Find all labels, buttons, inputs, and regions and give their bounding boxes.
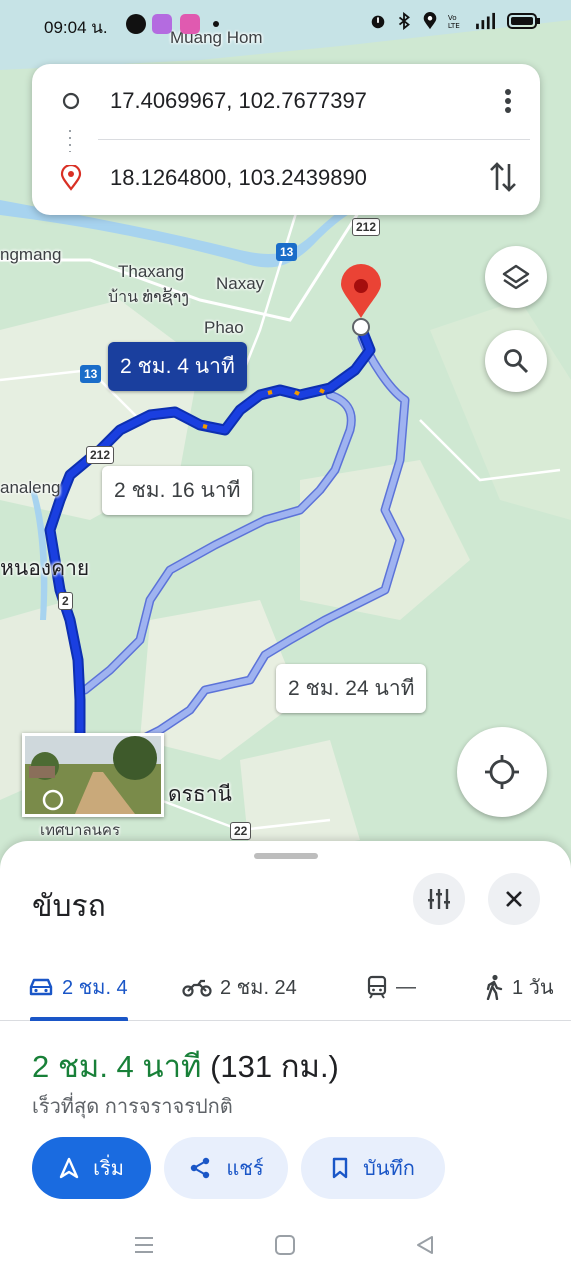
origin-circle-icon — [62, 92, 80, 110]
motorbike-icon — [182, 979, 212, 997]
origin-value: 17.4069967, 102.7677397 — [110, 88, 367, 113]
tune-icon — [428, 889, 450, 909]
card-divider — [98, 139, 530, 140]
route-shield-13: 13 — [80, 365, 102, 383]
directions-sheet: ขับรถ 2 ชม. 4 2 ชม. 24 — 1 วัน 2 ชม. 4 น… — [0, 841, 571, 1280]
location-icon — [423, 12, 437, 30]
search-button[interactable] — [485, 330, 547, 392]
connector-dots — [69, 130, 71, 152]
save-button[interactable]: บันทึก — [301, 1137, 445, 1199]
my-location-button[interactable] — [457, 727, 547, 817]
svg-text:LTE: LTE — [448, 21, 460, 30]
tab-motorbike-label: 2 ชม. 24 — [220, 977, 297, 999]
volte-icon: VoLTE — [448, 13, 460, 30]
system-nav-bar — [0, 1216, 571, 1280]
layers-button[interactable] — [485, 246, 547, 308]
map-label-phao: Phao — [204, 318, 244, 337]
tab-drive-label: 2 ชม. 4 — [62, 977, 128, 999]
tab-walk[interactable]: 1 วัน — [484, 953, 554, 1021]
messenger-icon — [152, 14, 172, 34]
signal-icon — [476, 12, 495, 30]
route-bubble-alt-1[interactable]: 2 ชม. 16 นาที — [102, 466, 253, 515]
street-view-thumbnail[interactable] — [22, 733, 164, 817]
back-icon[interactable] — [414, 1234, 436, 1256]
transit-icon — [367, 975, 387, 999]
route-bubble-alt-2[interactable]: 2 ชม. 24 นาที — [276, 664, 427, 713]
destination-value: 18.1264800, 103.2439890 — [110, 165, 367, 190]
navigation-arrow-icon — [59, 1157, 79, 1179]
app-icon — [180, 14, 200, 34]
my-location-icon — [485, 755, 519, 789]
car-icon — [29, 978, 53, 996]
tab-transit-label: — — [396, 975, 416, 998]
status-time: 09:04 น. — [44, 18, 108, 37]
route-distance: (131 กม.) — [210, 1049, 339, 1084]
route-summary: 2 ชม. 4 นาที (131 กม.) — [32, 1041, 339, 1091]
layers-icon — [502, 264, 530, 290]
route-options-button[interactable] — [413, 873, 465, 925]
map-label-udon: ดรธานี — [168, 783, 232, 806]
sheet-drag-handle[interactable] — [254, 853, 318, 859]
route-bubble-primary[interactable]: 2 ชม. 4 นาที — [108, 342, 247, 391]
start-button[interactable]: เริ่ม — [32, 1137, 151, 1199]
map-label-thaxang-lao: บ้าน ທ່າຊ້າງ — [108, 289, 189, 306]
route-shield-212: 212 — [352, 218, 381, 236]
save-button-label: บันทึก — [363, 1158, 415, 1180]
route-shield-13: 13 — [276, 243, 298, 261]
share-button-label: แชร์ — [226, 1158, 264, 1180]
bookmark-icon — [332, 1157, 348, 1179]
tab-transit[interactable]: — — [366, 953, 416, 1021]
more-options-icon[interactable] — [498, 86, 518, 116]
route-shield-212: 212 — [86, 446, 115, 464]
map-label-thaxang: Thaxang — [118, 262, 185, 281]
bluetooth-icon — [398, 12, 410, 30]
line-icon — [126, 14, 146, 34]
active-tab-indicator — [30, 1017, 128, 1021]
walk-icon — [486, 974, 503, 1000]
share-button[interactable]: แชร์ — [164, 1137, 288, 1199]
dot-icon — [213, 21, 219, 27]
alarm-icon — [371, 15, 385, 29]
tab-motorbike[interactable]: 2 ชม. 24 — [182, 953, 297, 1021]
map-label-naxay: Naxay — [216, 274, 265, 293]
origin-field[interactable]: 17.4069967, 102.7677397 — [32, 83, 472, 119]
close-icon — [506, 891, 522, 907]
destination-field[interactable]: 18.1264800, 103.2439890 — [32, 160, 472, 196]
route-shield-22: 22 — [230, 822, 252, 840]
share-icon — [191, 1157, 210, 1179]
route-duration: 2 ชม. 4 นาที — [32, 1049, 202, 1084]
battery-icon — [507, 13, 540, 29]
route-input-card: 17.4069967, 102.7677397 18.1264800, 103.… — [32, 64, 540, 215]
route-shield-2: 2 — [58, 592, 73, 610]
route-note: เร็วที่สุด การจราจรปกติ — [32, 1096, 233, 1118]
map-label-gmang: ngmang — [0, 245, 62, 264]
status-bar: 09:04 น. Vo LTE — [0, 0, 571, 50]
map-label-nong-khai: หนองคาย — [0, 557, 90, 580]
home-icon[interactable] — [274, 1234, 296, 1256]
search-icon — [504, 349, 529, 374]
swap-icon[interactable] — [488, 160, 518, 194]
menu-icon[interactable] — [133, 1234, 155, 1256]
map-label-analeng: analeng — [0, 478, 61, 497]
travel-mode-tabs: 2 ชม. 4 2 ชม. 24 — 1 วัน — [0, 953, 571, 1021]
close-button[interactable] — [488, 873, 540, 925]
tab-drive[interactable]: 2 ชม. 4 — [28, 953, 128, 1021]
start-button-label: เริ่ม — [93, 1158, 124, 1180]
destination-pin-icon — [60, 165, 82, 191]
map-label-udon-sub: เทศบาลนคร — [40, 822, 121, 839]
sheet-title: ขับรถ — [32, 890, 106, 923]
tab-walk-label: 1 วัน — [512, 977, 554, 999]
